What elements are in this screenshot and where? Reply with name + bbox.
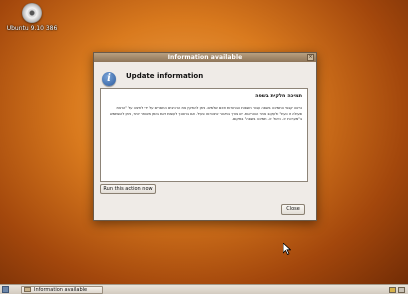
workspace-icon[interactable]	[389, 286, 396, 293]
close-button[interactable]: Close	[281, 204, 305, 215]
taskbar-item-information[interactable]: Information available	[21, 285, 103, 294]
run-action-button[interactable]: Run this action now	[100, 184, 156, 194]
cd-disc-icon	[22, 3, 42, 23]
information-dialog: Information available × i Update informa…	[93, 52, 317, 221]
mouse-pointer-icon	[283, 243, 291, 255]
dialog-header: i Update information	[94, 62, 316, 90]
window-close-icon[interactable]: ×	[307, 54, 314, 61]
info-icon: i	[102, 72, 116, 86]
system-tray	[389, 286, 405, 293]
dialog-header-title: Update information	[126, 72, 204, 80]
desktop-icon-label: Ubuntu 9.10 386	[6, 25, 58, 32]
bottom-panel: Information available	[0, 284, 408, 294]
dialog-titlebar[interactable]: Information available ×	[94, 53, 316, 62]
show-desktop-icon[interactable]	[2, 286, 9, 293]
window-controls: ×	[307, 54, 314, 61]
message-body: נראה קבצי התמיכה בשפה עבור השפות הבחורות…	[110, 106, 302, 122]
desktop-cd-icon[interactable]: Ubuntu 9.10 386	[3, 3, 61, 32]
taskbar-item-label: Information available	[34, 286, 88, 293]
window-icon	[24, 287, 31, 292]
message-heading: תמיכה חלקית בשפה	[255, 93, 302, 99]
trash-icon[interactable]	[398, 286, 405, 293]
message-panel: תמיכה חלקית בשפה נראה קבצי התמיכה בשפה ע…	[100, 88, 308, 182]
dialog-window-title: Information available	[167, 54, 243, 61]
